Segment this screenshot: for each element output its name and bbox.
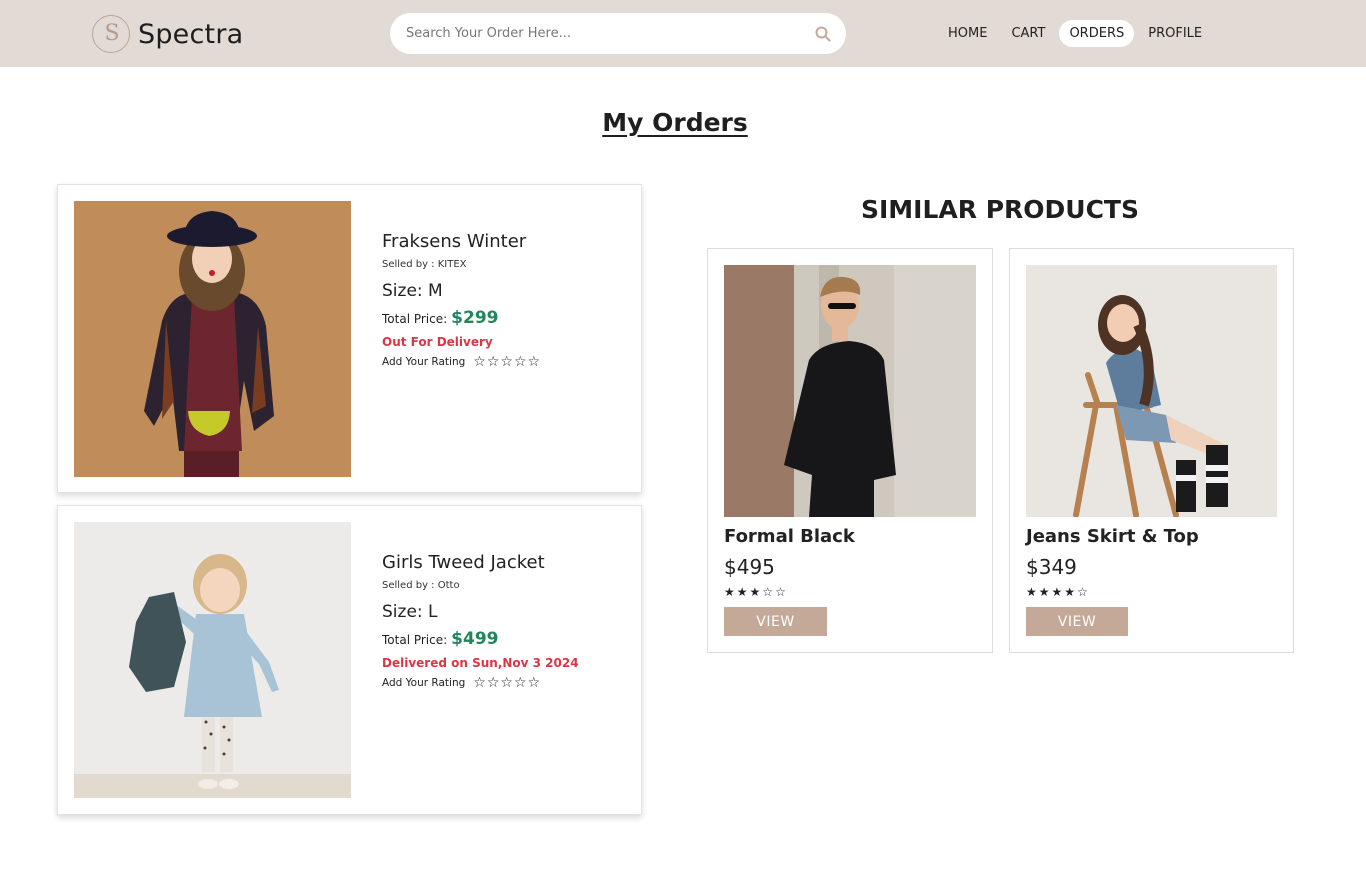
rating-label: Add Your Rating — [382, 677, 466, 689]
order-image-girl-jacket — [74, 522, 351, 798]
nav-orders[interactable]: ORDERS — [1059, 19, 1135, 47]
product-rating: ★ ★ ★ ★ ☆ — [1026, 585, 1090, 599]
order-seller: Selled by : Otto — [382, 580, 460, 591]
star-filled-icon: ★ — [736, 585, 748, 599]
nav-profile[interactable]: PROFILE — [1138, 20, 1212, 47]
star-outline-icon[interactable]: ☆ — [487, 676, 500, 690]
order-info: Fraksens Winter Selled by : KITEX Size: … — [382, 231, 632, 369]
search-bar — [390, 13, 846, 54]
product-name: Jeans Skirt & Top — [1026, 526, 1199, 547]
star-outline-icon[interactable]: ☆ — [487, 355, 500, 369]
order-seller: Selled by : KITEX — [382, 259, 467, 270]
order-price-label: Total Price: — [382, 633, 448, 647]
nav-home[interactable]: HOME — [938, 20, 997, 47]
product-rating: ★ ★ ★ ☆ ☆ — [724, 585, 788, 599]
star-filled-icon: ★ — [1051, 585, 1063, 599]
view-button[interactable]: VIEW — [724, 607, 827, 636]
nav-cart[interactable]: CART — [1001, 20, 1055, 47]
star-filled-icon: ★ — [1038, 585, 1050, 599]
product-price: $495 — [724, 555, 775, 579]
product-price: $349 — [1026, 555, 1077, 579]
star-outline-icon[interactable]: ☆ — [500, 355, 513, 369]
order-price-row: Total Price: $499 — [382, 629, 632, 649]
logo-letter: S — [104, 21, 120, 46]
order-card: Girls Tweed Jacket Selled by : Otto Size… — [57, 505, 642, 815]
brand-name: Spectra — [138, 18, 244, 50]
order-price-row: Total Price: $299 — [382, 308, 632, 328]
order-status: Delivered on Sun,Nov 3 2024 — [382, 656, 579, 670]
product-card: Formal Black $495 ★ ★ ★ ☆ ☆ VIEW — [707, 248, 993, 653]
search-input[interactable] — [406, 13, 806, 54]
star-filled-icon: ★ — [1064, 585, 1076, 599]
order-product-name: Fraksens Winter — [382, 231, 527, 252]
product-image-jeans-skirt-top — [1026, 265, 1277, 517]
order-info: Girls Tweed Jacket Selled by : Otto Size… — [382, 552, 632, 690]
star-outline-icon[interactable]: ☆ — [473, 676, 486, 690]
similar-products-title: SIMILAR PRODUCTS — [860, 195, 1139, 224]
star-outline-icon: ☆ — [1077, 585, 1088, 599]
order-product-name: Girls Tweed Jacket — [382, 552, 545, 573]
order-rating-row: Add Your Rating ☆ ☆ ☆ ☆ ☆ — [382, 676, 632, 690]
order-image-woman-winter — [74, 201, 351, 477]
search-icon[interactable] — [814, 25, 832, 43]
product-name: Formal Black — [724, 526, 855, 547]
navbar: S Spectra HOME CART ORDERS PROFILE — [0, 0, 1366, 67]
rating-stars: ☆ ☆ ☆ ☆ ☆ — [473, 676, 541, 690]
star-outline-icon[interactable]: ☆ — [473, 355, 486, 369]
order-status: Out For Delivery — [382, 335, 493, 349]
star-filled-icon: ★ — [1026, 585, 1037, 599]
rating-stars: ☆ ☆ ☆ ☆ ☆ — [473, 355, 541, 369]
order-price-label: Total Price: — [382, 312, 448, 326]
order-price: $299 — [451, 308, 499, 328]
star-filled-icon: ★ — [749, 585, 761, 599]
star-outline-icon[interactable]: ☆ — [514, 355, 527, 369]
order-card: Fraksens Winter Selled by : KITEX Size: … — [57, 184, 642, 493]
star-outline-icon: ☆ — [775, 585, 786, 599]
main-nav: HOME CART ORDERS PROFILE — [938, 19, 1216, 47]
brand[interactable]: S Spectra — [92, 14, 243, 54]
star-outline-icon[interactable]: ☆ — [514, 676, 527, 690]
star-outline-icon: ☆ — [762, 585, 774, 599]
star-outline-icon[interactable]: ☆ — [528, 355, 541, 369]
logo-icon: S — [92, 15, 130, 53]
order-price: $499 — [451, 629, 499, 649]
order-size: Size: L — [382, 602, 438, 622]
view-button[interactable]: VIEW — [1026, 607, 1128, 636]
star-filled-icon: ★ — [724, 585, 735, 599]
page-title: My Orders — [602, 108, 748, 137]
star-outline-icon[interactable]: ☆ — [528, 676, 541, 690]
order-rating-row: Add Your Rating ☆ ☆ ☆ ☆ ☆ — [382, 355, 632, 369]
order-size: Size: M — [382, 281, 443, 301]
product-card: Jeans Skirt & Top $349 ★ ★ ★ ★ ☆ VIEW — [1009, 248, 1294, 653]
star-outline-icon[interactable]: ☆ — [500, 676, 513, 690]
product-image-formal-black — [724, 265, 976, 517]
rating-label: Add Your Rating — [382, 356, 466, 368]
